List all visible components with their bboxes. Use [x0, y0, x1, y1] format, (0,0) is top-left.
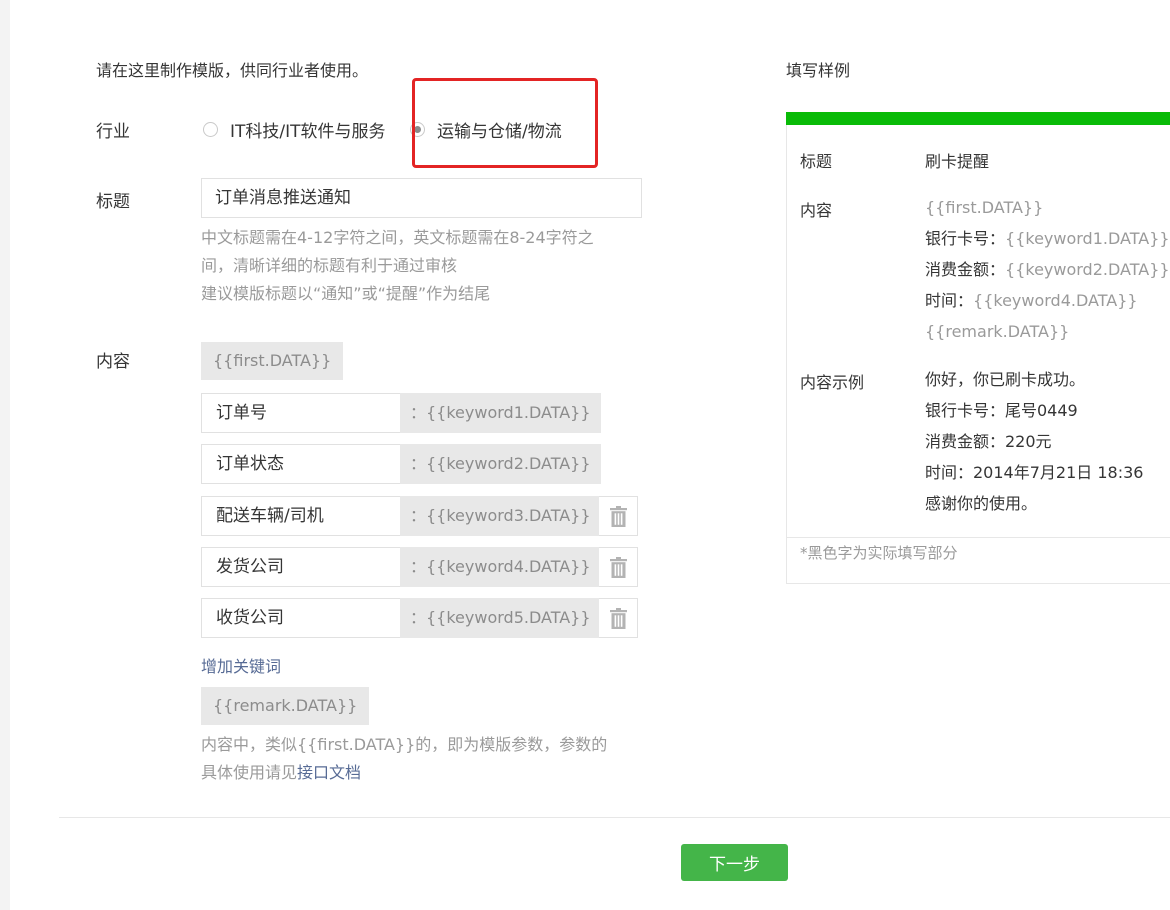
content-hint: 内容中，类似{{first.DATA}}的，即为模版参数，参数的 具体使用请见接… — [201, 731, 607, 787]
footer-divider — [59, 817, 1170, 818]
sample-example-line: 消费金额：220元 — [925, 432, 1052, 451]
keyword-row: 订单状态 ：{{keyword2.DATA}} — [201, 444, 601, 484]
delete-keyword-button[interactable] — [599, 598, 638, 638]
sample-example-line: 感谢你的使用。 — [925, 494, 1038, 513]
sample-content-line: {{remark.DATA}} — [925, 322, 1070, 341]
sample-panel-divider — [786, 537, 1170, 538]
title-label: 标题 — [96, 192, 130, 212]
keyword-name-input[interactable]: 发货公司 — [201, 547, 400, 587]
sample-heading: 填写样例 — [786, 61, 851, 80]
sample-content-label: 内容 — [800, 201, 833, 220]
sample-example-label: 内容示例 — [800, 373, 865, 392]
content-hint-line: 内容中，类似{{first.DATA}}的，即为模版参数，参数的 — [201, 735, 608, 754]
trash-icon — [609, 607, 627, 629]
title-hint-line: 间，清晰详细的标题有利于通过审核 — [201, 256, 458, 275]
keyword-name-input[interactable]: 订单状态 — [201, 444, 400, 484]
keyword-row: 收货公司 ：{{keyword5.DATA}} — [201, 598, 601, 638]
sample-note: *黑色字为实际填写部分 — [800, 544, 958, 562]
content-label: 内容 — [96, 352, 130, 372]
add-keyword-link[interactable]: 增加关键词 — [201, 653, 281, 677]
content-hint-prefix: 具体使用请见 — [201, 763, 298, 782]
remark-data-tag: {{remark.DATA}} — [201, 687, 370, 725]
title-input[interactable]: 订单消息推送通知 — [201, 178, 642, 218]
sample-example-line: 你好，你已刷卡成功。 — [925, 370, 1086, 389]
trash-icon — [609, 505, 627, 527]
keyword-row: 发货公司 ：{{keyword4.DATA}} — [201, 547, 601, 587]
api-docs-link[interactable]: 接口文档 — [297, 763, 361, 782]
sample-content-line: 消费金额：{{keyword2.DATA}} — [925, 260, 1170, 279]
sample-content-line: 时间：{{keyword4.DATA}} — [925, 291, 1138, 310]
keyword-value-tag: ：{{keyword2.DATA}} — [400, 444, 601, 484]
sample-content-lines: {{first.DATA}} 银行卡号：{{keyword1.DATA}} 消费… — [925, 192, 1170, 347]
intro-text: 请在这里制作模版，供同行业者使用。 — [96, 61, 369, 80]
keyword-value-tag: ：{{keyword5.DATA}} — [400, 598, 601, 638]
keyword-row: 配送车辆/司机 ：{{keyword3.DATA}} — [201, 496, 601, 536]
sample-title-value: 刷卡提醒 — [925, 152, 990, 171]
trash-icon — [609, 556, 627, 578]
sample-panel-top-bar — [786, 112, 1170, 125]
radio-option-label: IT科技/IT软件与服务 — [230, 122, 386, 142]
title-hint: 中文标题需在4-12字符之间，英文标题需在8-24字符之 间，清晰详细的标题有利… — [201, 224, 594, 308]
radio-option-it[interactable]: IT科技/IT软件与服务 — [203, 117, 386, 142]
delete-keyword-button[interactable] — [599, 496, 638, 536]
keyword-name-input[interactable]: 收货公司 — [201, 598, 400, 638]
sample-example-lines: 你好，你已刷卡成功。 银行卡号：尾号0449 消费金额：220元 时间：2014… — [925, 364, 1143, 519]
first-data-tag: {{first.DATA}} — [201, 342, 344, 380]
sample-content-line: {{first.DATA}} — [925, 198, 1044, 217]
industry-label: 行业 — [96, 122, 130, 142]
sample-content-line: 银行卡号：{{keyword1.DATA}} — [925, 229, 1170, 248]
radio-circle-unchecked-icon — [203, 122, 218, 137]
delete-keyword-button[interactable] — [599, 547, 638, 587]
title-hint-line: 建议模版标题以“通知”或“提醒”作为结尾 — [201, 284, 491, 303]
keyword-name-input[interactable]: 配送车辆/司机 — [201, 496, 400, 536]
sample-example-line: 时间：2014年7月21日 18:36 — [925, 463, 1144, 482]
keyword-value-tag: ：{{keyword3.DATA}} — [400, 496, 601, 536]
keyword-value-tag: ：{{keyword4.DATA}} — [400, 547, 601, 587]
sample-example-line: 银行卡号：尾号0449 — [925, 401, 1078, 420]
keyword-name-input[interactable]: 订单号 — [201, 393, 400, 433]
next-step-button[interactable]: 下一步 — [681, 844, 788, 881]
sample-title-label: 标题 — [800, 152, 833, 171]
keyword-value-tag: ：{{keyword1.DATA}} — [400, 393, 601, 433]
highlight-annotation-box — [412, 78, 598, 168]
title-hint-line: 中文标题需在4-12字符之间，英文标题需在8-24字符之 — [201, 228, 594, 247]
keyword-row: 订单号 ：{{keyword1.DATA}} — [201, 393, 601, 433]
content-hint-line: 具体使用请见接口文档 — [201, 759, 607, 787]
